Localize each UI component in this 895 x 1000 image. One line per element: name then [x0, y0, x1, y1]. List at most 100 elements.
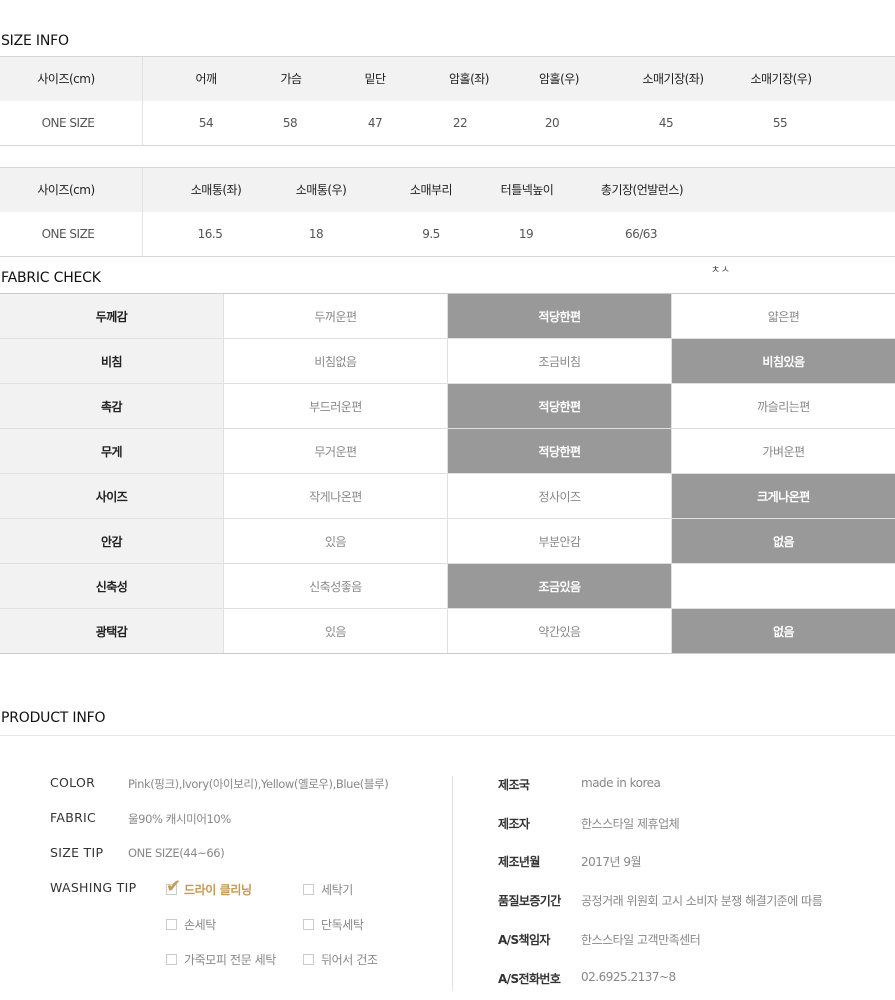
- detail-label: 품질보증기간: [498, 894, 561, 908]
- data-cell: ONE SIZE: [41, 227, 95, 241]
- data-cell: 22: [452, 116, 468, 130]
- size-table-1-data-row: ONE SIZE 54 58 47 22 20 45 55: [0, 101, 895, 145]
- fabric-value: 울90% 캐시미어10%: [128, 812, 231, 826]
- fabric-option-selected: 적당한편: [448, 384, 672, 428]
- fabric-row-label: 비침: [0, 339, 224, 383]
- size-tip-value: ONE SIZE(44~66): [128, 846, 225, 860]
- fabric-row: 비침 비침없음 조금비침 비침있음: [0, 339, 895, 384]
- product-info-divider: [0, 735, 895, 736]
- checkbox-icon: [166, 954, 177, 965]
- detail-label: 제조국: [498, 778, 530, 792]
- fabric-check-table: 두께감 두꺼운편 적당한편 얇은편 비침 비침없음 조금비침 비침있음 촉감 부드러운편 적당한편 까…: [0, 293, 895, 654]
- fabric-option-selected: 없음: [672, 609, 895, 653]
- data-cell: 20: [544, 116, 560, 130]
- fabric-option: 조금비침: [448, 339, 672, 383]
- header-cell: 소매부리: [409, 183, 453, 197]
- detail-value: 한스스타일 고객만족센터: [581, 933, 701, 947]
- detail-value: 02.6925.2137~8: [581, 970, 676, 984]
- header-cell: 암홀(좌): [449, 72, 489, 86]
- fabric-option: 약간있음: [448, 609, 672, 653]
- header-cell: 사이즈(cm): [37, 72, 95, 86]
- fabric-option-selected: 없음: [672, 519, 895, 563]
- fabric-option: 두꺼운편: [224, 294, 448, 338]
- fabric-row: 사이즈 작게나온편 정사이즈 크게나온편: [0, 474, 895, 519]
- data-cell: 19: [518, 227, 534, 241]
- fabric-row: 두께감 두꺼운편 적당한편 얇은편: [0, 294, 895, 339]
- fabric-row-label: 두께감: [0, 294, 224, 338]
- checkbox-icon: [303, 884, 314, 895]
- fabric-row: 안감 있음 부분안감 없음: [0, 519, 895, 564]
- fabric-row: 신축성 신축성좋음 조금있음: [0, 564, 895, 609]
- size-info-title: SIZE INFO: [1, 33, 69, 49]
- fabric-option-selected: 적당한편: [448, 294, 672, 338]
- color-value: Pink(핑크),Ivory(아이보리),Yellow(옐로우),Blue(블루…: [128, 777, 389, 791]
- fabric-row: 무게 무거운편 적당한편 가벼운편: [0, 429, 895, 474]
- column-divider: [142, 212, 143, 256]
- column-divider: [142, 57, 143, 101]
- data-cell: 55: [772, 116, 788, 130]
- fabric-option: 얇은편: [767, 309, 800, 324]
- detail-value: 한스스타일 제휴업체: [581, 817, 680, 831]
- fabric-option: 무거운편: [224, 429, 448, 473]
- size-table-1-header-row: 사이즈(cm) 어깨 가슴 밑단 암홀(좌) 암홀(우) 소매기장(좌) 소매기…: [0, 57, 895, 101]
- fabric-option: 정사이즈: [448, 474, 672, 518]
- detail-label: A/S책임자: [498, 933, 550, 947]
- header-cell: 소매통(좌): [190, 183, 242, 197]
- washing-option-label: 뒤어서 건조: [321, 953, 378, 967]
- checkbox-icon: [303, 919, 314, 930]
- column-divider: [142, 101, 143, 145]
- fabric-option: 있음: [224, 519, 448, 563]
- data-cell: 9.5: [422, 227, 440, 241]
- header-cell: 사이즈(cm): [37, 183, 95, 197]
- data-cell: 16.5: [197, 227, 223, 241]
- fabric-option: 부드러운편: [224, 384, 448, 428]
- header-cell: 소매기장(좌): [642, 72, 704, 86]
- detail-value: 공정거래 위원회 고시 소비자 분쟁 해결기준에 따름: [581, 894, 823, 908]
- stray-text: ㅊㅅ: [711, 265, 731, 276]
- fabric-option: [672, 564, 895, 608]
- data-cell: 18: [308, 227, 324, 241]
- fabric-option-selected: 크게나온편: [672, 474, 895, 518]
- size-table-2: 사이즈(cm) 소매통(좌) 소매통(우) 소매부리 터틀넥높이 총기장(언발런…: [0, 167, 895, 257]
- washing-tip-label: WASHING TIP: [50, 880, 137, 895]
- header-cell: 터틀넥높이: [500, 183, 554, 197]
- product-info-vertical-divider: [452, 776, 453, 991]
- data-cell: 54: [198, 116, 214, 130]
- data-cell: 58: [282, 116, 298, 130]
- size-tip-label: SIZE TIP: [50, 845, 104, 860]
- fabric-row: 광택감 있음 약간있음 없음: [0, 609, 895, 653]
- detail-label: A/S전화번호: [498, 972, 561, 986]
- checkmark-icon: ✔: [166, 876, 181, 897]
- washing-option-machine: 세탁기: [303, 881, 353, 898]
- detail-label: 제조자: [498, 817, 530, 831]
- fabric-option: 까슬리는편: [757, 399, 810, 414]
- detail-value: 2017년 9월: [581, 855, 642, 869]
- washing-option-flip-dry: 뒤어서 건조: [303, 951, 378, 968]
- data-cell: 47: [367, 116, 383, 130]
- washing-option-leather: 가죽모피 전문 세탁: [166, 951, 276, 968]
- detail-label: 제조년월: [498, 855, 540, 869]
- fabric-option: 비침없음: [224, 339, 448, 383]
- checkbox-icon: [303, 954, 314, 965]
- fabric-row-label: 광택감: [0, 609, 224, 653]
- washing-option-hand-wash: 손세탁: [166, 916, 216, 933]
- column-divider: [142, 168, 143, 212]
- data-cell: ONE SIZE: [41, 116, 95, 130]
- size-table-2-header-row: 사이즈(cm) 소매통(좌) 소매통(우) 소매부리 터틀넥높이 총기장(언발런…: [0, 168, 895, 212]
- washing-option-label: 가죽모피 전문 세탁: [184, 953, 276, 967]
- header-cell: 소매기장(우): [750, 72, 812, 86]
- header-cell: 어깨: [195, 72, 217, 86]
- checkbox-checked-icon: ✔: [166, 878, 181, 896]
- detail-value: made in korea: [581, 776, 661, 790]
- fabric-row-label: 사이즈: [0, 474, 224, 518]
- size-table-2-data-row: ONE SIZE 16.5 18 9.5 19 66/63: [0, 212, 895, 256]
- washing-option-label: 손세탁: [184, 918, 216, 932]
- checkbox-icon: [166, 919, 177, 930]
- header-cell: 총기장(언발런스): [600, 183, 684, 197]
- data-cell: 45: [658, 116, 674, 130]
- washing-option-label: 드라이 클리닝: [184, 883, 252, 897]
- fabric-row-label: 신축성: [0, 564, 224, 608]
- fabric-row-label: 무게: [0, 429, 224, 473]
- washing-option-label: 단독세탁: [321, 918, 364, 932]
- header-cell: 가슴: [280, 72, 302, 86]
